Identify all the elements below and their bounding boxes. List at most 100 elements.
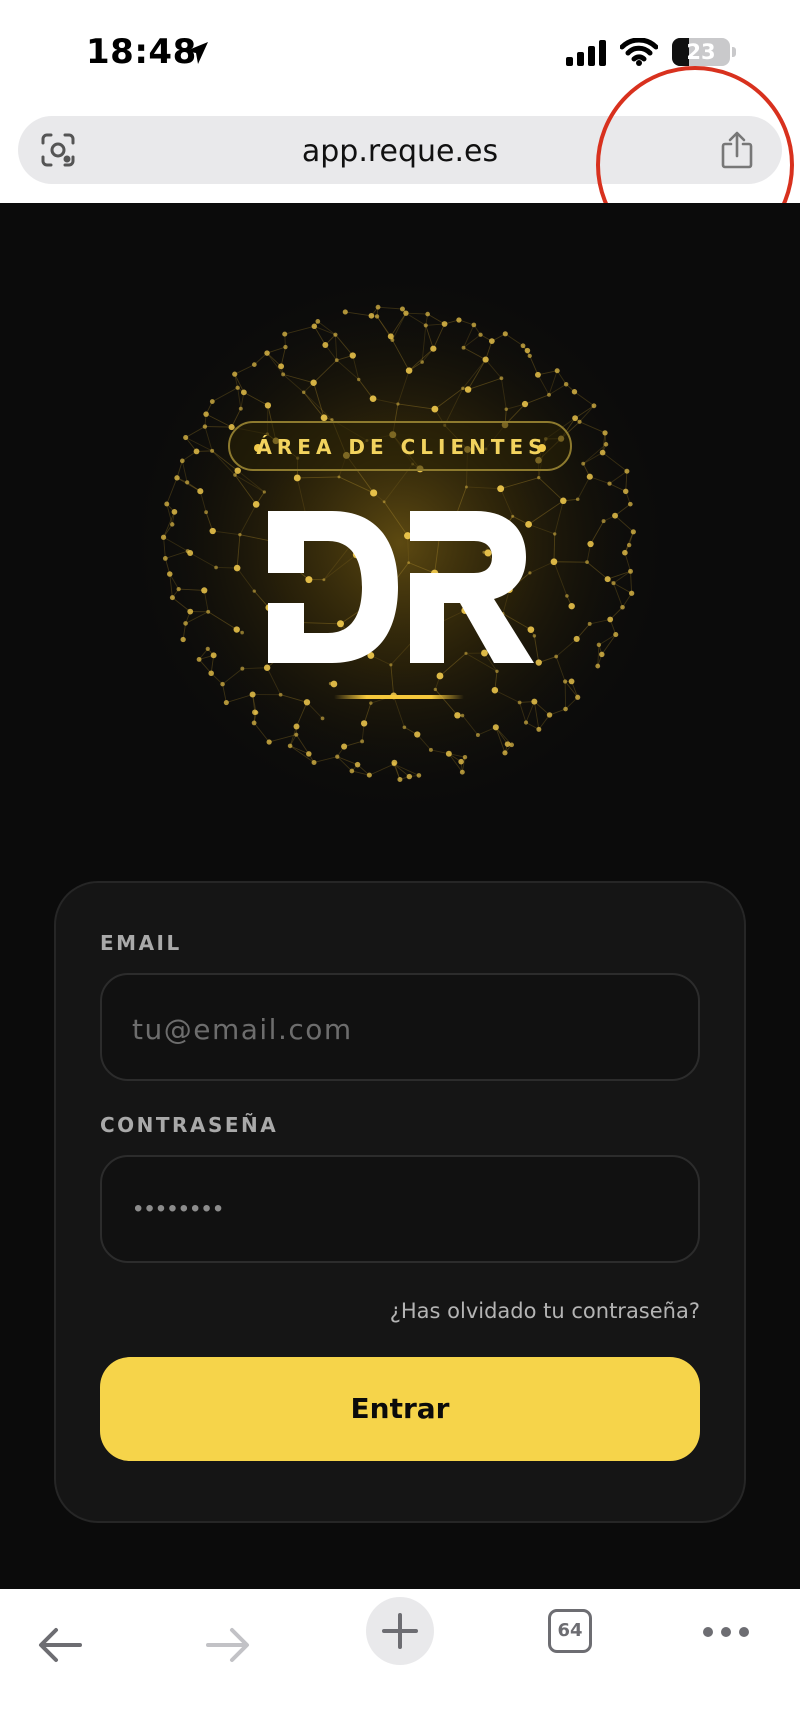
globe-node	[520, 343, 526, 349]
globe-node	[536, 726, 542, 732]
globe-node	[294, 732, 299, 737]
globe-node	[183, 434, 189, 441]
globe-node	[623, 488, 629, 495]
globe-node	[599, 651, 605, 658]
new-tab-button[interactable]	[366, 1597, 434, 1665]
globe-node	[164, 501, 170, 507]
globe-node	[497, 485, 505, 493]
globe-node	[595, 663, 601, 669]
globe-node	[240, 630, 244, 635]
more-dots-icon[interactable]	[702, 1625, 750, 1639]
forward-arrow-icon[interactable]	[204, 1625, 252, 1665]
email-field[interactable]: tu@email.com	[100, 973, 700, 1081]
globe-node	[349, 768, 355, 774]
globe-node	[187, 608, 194, 615]
url-text[interactable]: app.reque.es	[18, 134, 782, 169]
globe-node	[414, 731, 421, 738]
globe-node	[560, 497, 567, 505]
globe-node	[602, 430, 608, 436]
globe-node	[375, 304, 381, 310]
globe-node	[167, 571, 173, 577]
tab-switcher-icon[interactable]: 64	[548, 1609, 592, 1653]
globe-node	[223, 699, 229, 706]
globe-node	[328, 681, 333, 686]
globe-node	[587, 540, 594, 548]
globe-node	[482, 356, 489, 363]
status-time: 18:48	[86, 32, 197, 72]
globe-node	[475, 732, 480, 737]
globe-node	[620, 604, 625, 610]
globe-link	[204, 426, 232, 428]
globe-node	[171, 509, 178, 515]
globe-node	[527, 353, 532, 359]
globe-node	[423, 323, 428, 328]
battery-icon: 23	[672, 38, 736, 66]
globe-node	[546, 712, 553, 718]
globe-node	[264, 402, 272, 409]
globe-node	[521, 400, 529, 408]
globe-node	[436, 672, 444, 680]
globe-node	[575, 497, 580, 502]
globe-node	[251, 362, 257, 367]
globe-node	[596, 642, 602, 648]
globe-node	[349, 352, 356, 359]
globe-node	[499, 376, 504, 381]
globe-node	[252, 501, 260, 508]
globe-node	[628, 590, 635, 596]
globe-node	[504, 741, 511, 747]
globe-node	[575, 694, 581, 700]
globe-node	[374, 314, 380, 319]
globe-node	[624, 468, 630, 474]
globe-node	[368, 312, 375, 319]
login-page: ÁREA DE CLIENTES EMAIL tu@email.com CONT…	[0, 203, 800, 1589]
globe-node	[599, 449, 606, 456]
globe-node	[478, 332, 483, 337]
globe-node	[360, 720, 368, 727]
badge-text: ÁREA DE CLIENTES	[256, 435, 548, 459]
globe-node	[416, 773, 422, 778]
globe-node	[360, 739, 365, 744]
globe-node	[403, 310, 409, 316]
globe-node	[445, 750, 452, 757]
globe-node	[282, 331, 288, 337]
globe-node	[387, 333, 394, 340]
globe-node	[627, 501, 633, 507]
share-icon[interactable]	[720, 130, 754, 170]
globe-node	[534, 371, 541, 378]
globe-node	[517, 700, 522, 705]
globe-node	[209, 527, 216, 535]
password-field[interactable]: ••••••••	[100, 1155, 700, 1263]
client-area-badge: ÁREA DE CLIENTES	[228, 421, 572, 471]
globe-node	[333, 332, 338, 337]
globe-node	[240, 389, 247, 396]
globe-node	[197, 488, 204, 495]
globe-node	[283, 344, 288, 350]
tab-count: 64	[557, 1620, 583, 1641]
back-arrow-icon[interactable]	[36, 1625, 84, 1665]
globe-node	[369, 701, 373, 705]
globe-node	[495, 669, 499, 674]
globe-node	[611, 581, 616, 586]
globe-node	[420, 360, 424, 364]
globe-node	[206, 609, 211, 614]
globe-node	[202, 424, 208, 429]
login-button[interactable]: Entrar	[100, 1357, 700, 1461]
globe-node	[591, 403, 597, 409]
globe-node	[471, 322, 477, 328]
gold-underline	[334, 695, 464, 699]
globe-node	[431, 405, 439, 413]
globe-node	[461, 386, 465, 391]
address-bar[interactable]: app.reque.es	[18, 116, 782, 184]
globe-node	[334, 358, 339, 363]
globe-node	[568, 602, 575, 610]
forgot-password-link[interactable]: ¿Has olvidado tu contraseña?	[390, 1299, 700, 1323]
globe-node	[547, 392, 551, 397]
globe-node	[251, 720, 257, 726]
globe-node	[162, 556, 168, 561]
globe-node	[565, 594, 569, 598]
globe-node	[577, 419, 582, 424]
globe-node	[491, 686, 499, 694]
globe-node	[205, 646, 210, 652]
globe-node	[232, 371, 238, 377]
globe-node	[176, 586, 181, 592]
